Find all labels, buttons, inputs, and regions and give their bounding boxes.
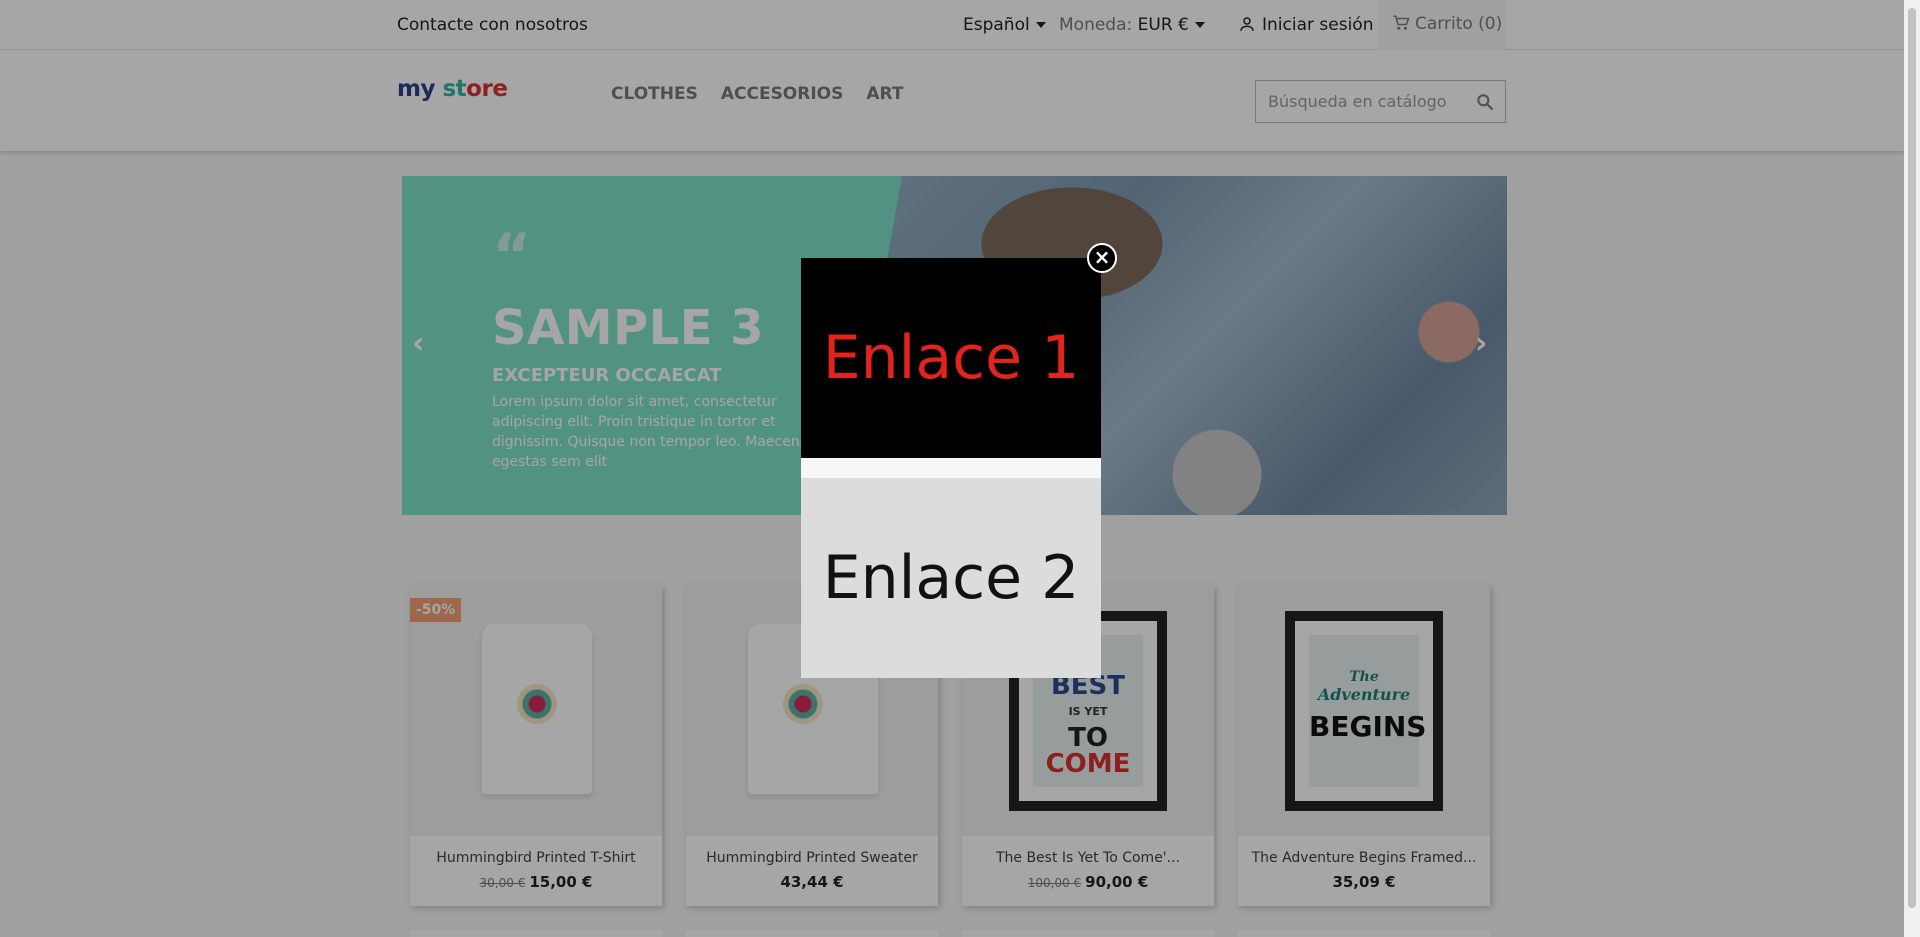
scrollbar-thumb[interactable]: [1908, 8, 1916, 908]
popup-modal: Enlace 1 Enlace 2: [801, 258, 1101, 678]
link-2[interactable]: Enlace 2: [801, 478, 1101, 678]
close-icon[interactable]: ×: [1087, 243, 1117, 273]
scrollbar[interactable]: [1904, 0, 1920, 937]
link-1[interactable]: Enlace 1: [801, 258, 1101, 458]
